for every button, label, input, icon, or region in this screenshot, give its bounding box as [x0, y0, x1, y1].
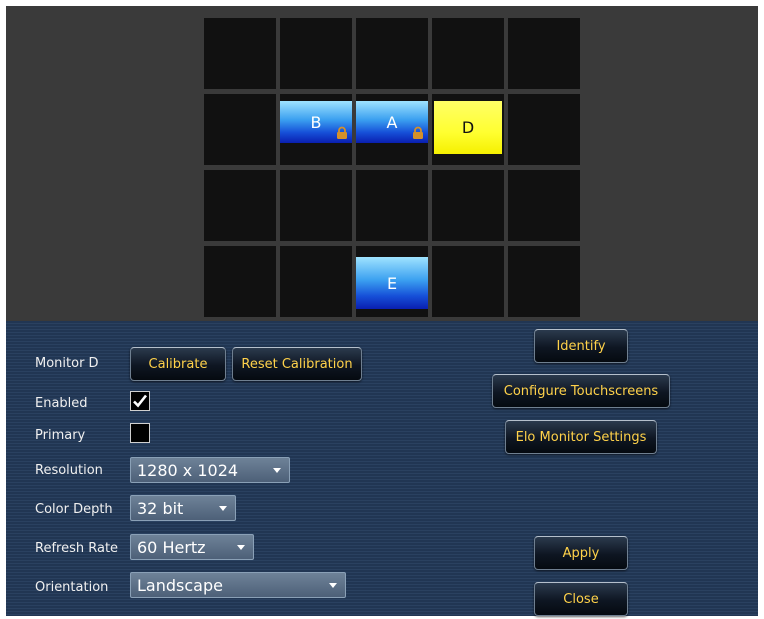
- monitor-settings-panel: Monitor D Calibrate Reset Calibration En…: [6, 321, 758, 616]
- monitor-b-label: B: [310, 112, 322, 132]
- apply-button[interactable]: Apply: [534, 536, 628, 570]
- chevron-down-icon: [237, 545, 245, 550]
- resolution-label: Resolution: [35, 463, 103, 478]
- chevron-down-icon: [329, 583, 337, 588]
- close-button[interactable]: Close: [534, 582, 628, 616]
- grid-cell[interactable]: [356, 170, 428, 241]
- resolution-value: 1280 x 1024: [137, 460, 239, 480]
- grid-cell[interactable]: [432, 170, 504, 241]
- orientation-value: Landscape: [137, 575, 223, 595]
- grid-cell[interactable]: [280, 246, 352, 317]
- refresh-rate-select[interactable]: 60 Hertz: [130, 534, 254, 560]
- grid-cell[interactable]: [204, 170, 276, 241]
- elo-monitor-settings-button[interactable]: Elo Monitor Settings: [505, 420, 657, 454]
- resolution-select[interactable]: 1280 x 1024: [130, 457, 290, 483]
- chevron-down-icon: [219, 506, 227, 511]
- grid-cell[interactable]: [508, 18, 580, 89]
- monitor-a-label: A: [386, 112, 398, 132]
- monitor-d[interactable]: D: [434, 101, 502, 154]
- orientation-select[interactable]: Landscape: [130, 572, 346, 598]
- color-depth-label: Color Depth: [35, 502, 113, 517]
- monitor-a[interactable]: A: [356, 101, 428, 143]
- grid-cell[interactable]: E: [356, 246, 428, 317]
- primary-label: Primary: [35, 428, 86, 443]
- grid-cell[interactable]: [356, 18, 428, 89]
- grid-cell[interactable]: D: [432, 94, 504, 165]
- grid-cell[interactable]: [280, 170, 352, 241]
- chevron-down-icon: [273, 468, 281, 473]
- grid-cell[interactable]: [432, 18, 504, 89]
- color-depth-value: 32 bit: [137, 498, 184, 518]
- lock-icon: [337, 126, 347, 139]
- grid-cell[interactable]: [432, 246, 504, 317]
- reset-calibration-button[interactable]: Reset Calibration: [232, 347, 362, 381]
- primary-checkbox[interactable]: [130, 423, 150, 443]
- grid-cell[interactable]: B: [280, 94, 352, 165]
- enabled-label: Enabled: [35, 396, 88, 411]
- grid-cell[interactable]: [204, 18, 276, 89]
- grid-cell[interactable]: [280, 18, 352, 89]
- checkmark-icon: [133, 394, 148, 408]
- monitor-b[interactable]: B: [280, 101, 352, 143]
- monitor-e-label: E: [386, 273, 398, 293]
- color-depth-select[interactable]: 32 bit: [130, 495, 236, 521]
- monitor-layout-area: B A D E: [6, 6, 758, 321]
- orientation-label: Orientation: [35, 580, 109, 595]
- configure-touchscreens-button[interactable]: Configure Touchscreens: [492, 374, 670, 408]
- grid-cell[interactable]: [508, 246, 580, 317]
- identify-button[interactable]: Identify: [534, 329, 628, 363]
- refresh-rate-value: 60 Hertz: [137, 537, 206, 557]
- monitor-grid: B A D E: [204, 18, 584, 322]
- grid-cell[interactable]: [204, 94, 276, 165]
- monitor-e[interactable]: E: [356, 257, 428, 309]
- lock-icon: [413, 126, 423, 139]
- monitor-d-label: D: [461, 118, 475, 137]
- monitor-title: Monitor D: [35, 356, 99, 371]
- refresh-rate-label: Refresh Rate: [35, 541, 119, 556]
- grid-cell[interactable]: A: [356, 94, 428, 165]
- grid-cell[interactable]: [204, 246, 276, 317]
- grid-cell[interactable]: [508, 170, 580, 241]
- grid-cell[interactable]: [508, 94, 580, 165]
- calibrate-button[interactable]: Calibrate: [130, 347, 226, 381]
- enabled-checkbox[interactable]: [130, 391, 150, 411]
